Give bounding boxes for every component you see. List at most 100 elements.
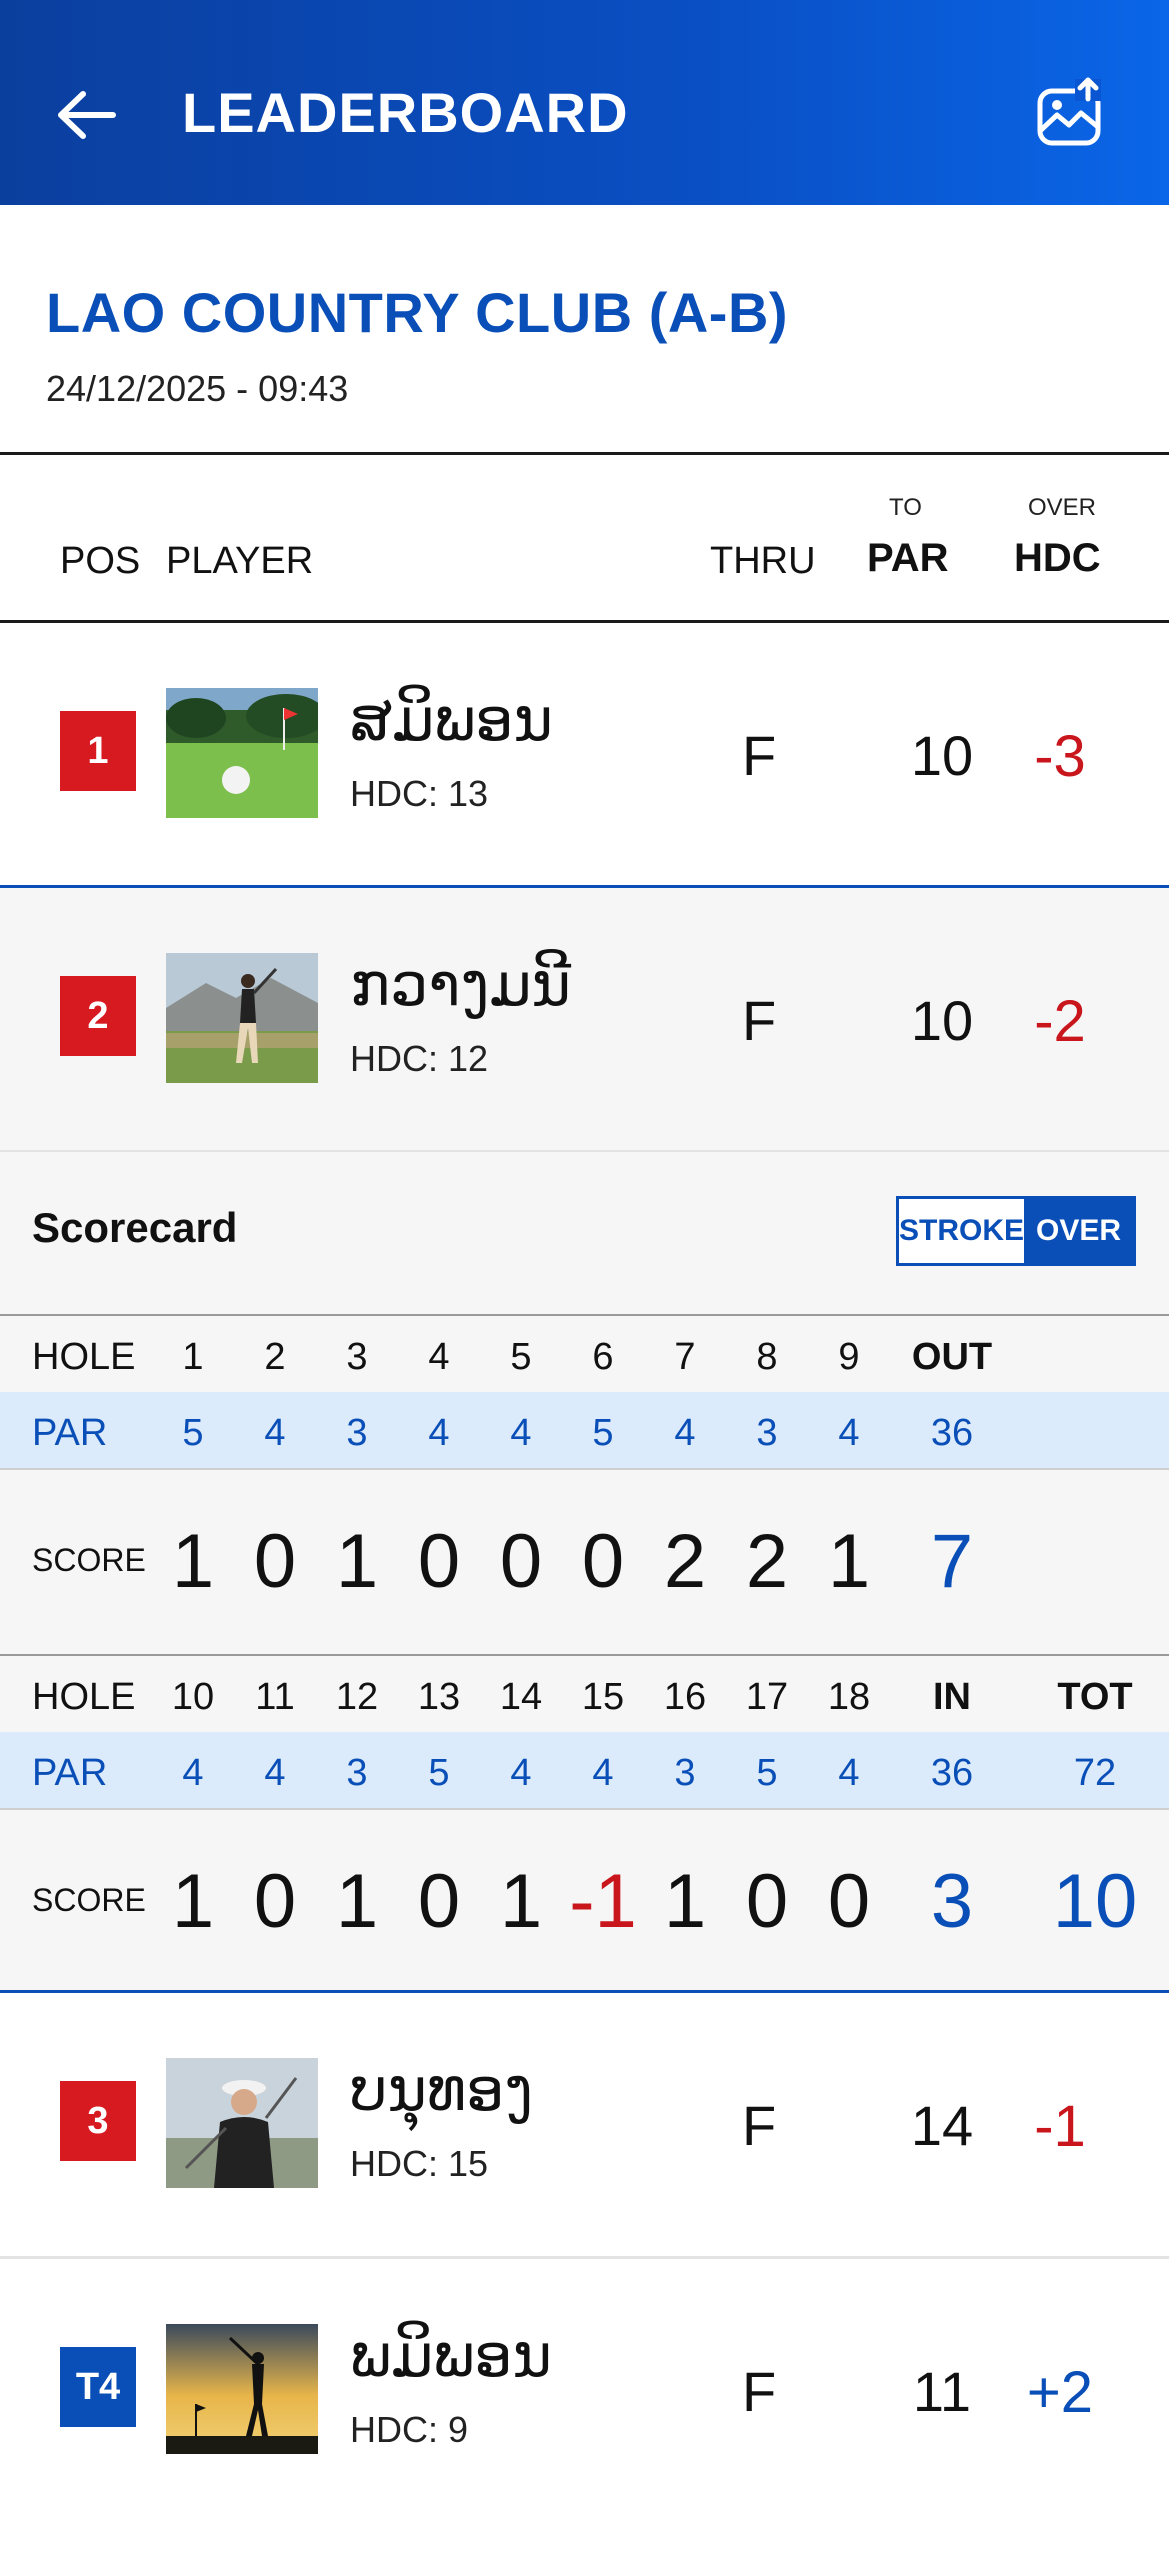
player-handicap: HDC: 9 xyxy=(350,2409,469,2450)
score-value: 0 xyxy=(745,1859,789,1944)
thru-value: F xyxy=(742,2094,777,2157)
score-value: 0 xyxy=(581,1519,625,1604)
col-pos: POS xyxy=(60,540,141,582)
score-label: SCORE xyxy=(32,1542,146,1578)
hole-label: HOLE xyxy=(32,1336,136,1378)
hole-number: 11 xyxy=(255,1676,295,1718)
score-value: 0 xyxy=(253,1859,297,1944)
hole-number: 12 xyxy=(335,1676,379,1718)
leaderboard-row[interactable]: 1 ສມິພອນ HDC: 13 F 10 -3 xyxy=(0,623,1169,885)
par-value: 4 xyxy=(264,1412,286,1454)
thru-value: F xyxy=(742,989,777,1052)
par-value: 4 xyxy=(838,1412,860,1454)
par-value: 5 xyxy=(428,1752,450,1794)
share-image-button[interactable] xyxy=(1030,72,1110,152)
hole-number: 9 xyxy=(838,1336,860,1378)
score-row-back: SCORE 1 0 1 0 1 -1 1 0 0 3 10 xyxy=(0,1810,1169,1996)
score-row-front: SCORE 1 0 1 0 0 0 2 2 1 7 xyxy=(0,1470,1169,1656)
par-value: 4 xyxy=(428,1412,450,1454)
position-badge: T4 xyxy=(60,2347,136,2427)
toggle-over[interactable]: OVER xyxy=(1024,1199,1133,1263)
score-value: 1 xyxy=(335,1859,379,1944)
player-handicap: HDC: 15 xyxy=(350,2143,489,2184)
leaderboard-row[interactable]: 3 ບນຸທອງ HDC: 15 F 14 -1 xyxy=(0,1993,1169,2255)
score-value: 1 xyxy=(171,1859,215,1944)
score-value: 1 xyxy=(827,1519,871,1604)
par-label: PAR xyxy=(32,1412,108,1454)
par-value: 4 xyxy=(592,1752,614,1794)
hole-label: HOLE xyxy=(32,1676,136,1718)
hole-number: 16 xyxy=(663,1676,707,1718)
score-value: 0 xyxy=(417,1859,461,1944)
tot-label: TOT xyxy=(1057,1676,1133,1718)
hole-number: 13 xyxy=(417,1676,461,1718)
col-to-par: PAR xyxy=(867,536,949,580)
score-value: -1 xyxy=(569,1859,637,1944)
leaderboard-header: POS PLAYER THRU TO PAR OVER HDC xyxy=(0,458,1169,620)
player-name: ກວາງມນີ xyxy=(350,951,572,1018)
score-value: 0 xyxy=(499,1519,543,1604)
leaderboard-row-expanded[interactable]: 2 ກວາງມນີ HDC: 12 F 10 -2 xyxy=(0,888,1169,1150)
par-value: 3 xyxy=(674,1752,696,1794)
thru-value: F xyxy=(742,2360,777,2423)
score-mode-toggle: STROKE OVER xyxy=(896,1196,1136,1266)
hole-number: 6 xyxy=(592,1336,614,1378)
par-value: 4 xyxy=(674,1412,696,1454)
over-hdc-value: -2 xyxy=(1034,989,1086,1054)
toggle-stroke[interactable]: STROKE xyxy=(899,1199,1025,1263)
par-in-total: 36 xyxy=(930,1752,974,1794)
thru-value: F xyxy=(742,724,777,787)
col-thru: THRU xyxy=(710,540,816,582)
course-header: LAO COUNTRY CLUB (A-B) 24/12/2025 - 09:4… xyxy=(0,205,1169,455)
hole-number: 7 xyxy=(674,1336,696,1378)
position-badge: 2 xyxy=(60,976,136,1056)
par-grand-total: 72 xyxy=(1073,1752,1117,1794)
position-badge: 3 xyxy=(60,2081,136,2161)
hole-number: 2 xyxy=(264,1336,286,1378)
back-button[interactable] xyxy=(40,70,130,160)
hole-number: 1 xyxy=(182,1336,204,1378)
image-upload-icon xyxy=(1037,77,1101,146)
par-label: PAR xyxy=(32,1752,108,1794)
col-to-label: TO xyxy=(889,494,922,521)
par-value: 3 xyxy=(346,1412,368,1454)
hole-number: 8 xyxy=(756,1336,778,1378)
player-handicap: HDC: 12 xyxy=(350,1038,489,1079)
par-value: 4 xyxy=(264,1752,286,1794)
score-label: SCORE xyxy=(32,1882,146,1918)
course-datetime: 24/12/2025 - 09:43 xyxy=(46,368,349,409)
par-value: 5 xyxy=(182,1412,204,1454)
hole-number: 17 xyxy=(745,1676,789,1718)
score-value: 0 xyxy=(827,1859,871,1944)
divider xyxy=(0,452,1169,455)
player-name: ພມິພອນ xyxy=(350,2322,552,2389)
course-name: LAO COUNTRY CLUB (A-B) xyxy=(46,281,789,344)
score-value: 1 xyxy=(171,1519,215,1604)
over-hdc-value: -1 xyxy=(1034,2094,1086,2159)
player-photo xyxy=(166,2058,318,2188)
par-value: 5 xyxy=(756,1752,778,1794)
par-out-total: 36 xyxy=(930,1412,974,1454)
par-row-front: PAR 5 4 3 4 4 5 4 3 4 36 xyxy=(0,1392,1169,1468)
player-photo xyxy=(166,688,318,818)
hole-number: 5 xyxy=(510,1336,532,1378)
par-value: 4 xyxy=(510,1412,532,1454)
over-hdc-value: -3 xyxy=(1034,724,1086,789)
score-value: 2 xyxy=(745,1519,789,1604)
arrow-left-icon xyxy=(58,91,116,139)
app-bar: LEADERBOARD xyxy=(0,0,1169,205)
par-value: 4 xyxy=(510,1752,532,1794)
par-value: 3 xyxy=(756,1412,778,1454)
score-value: 1 xyxy=(499,1859,543,1944)
leaderboard-row[interactable]: T4 ພມິພອນ HDC: 9 F 11 +2 xyxy=(0,2259,1169,2552)
score-value: 2 xyxy=(663,1519,707,1604)
player-name: ບນຸທອງ xyxy=(350,2056,534,2123)
player-photo xyxy=(166,953,318,1083)
hole-row-back: HOLE 10 11 12 13 14 15 16 17 18 IN TOT xyxy=(0,1656,1169,1732)
hole-number: 15 xyxy=(581,1676,625,1718)
score-value: 0 xyxy=(253,1519,297,1604)
score-value: 1 xyxy=(663,1859,707,1944)
over-hdc-value: +2 xyxy=(1026,2360,1094,2425)
par-row-back: PAR 4 4 3 5 4 4 3 5 4 36 72 xyxy=(0,1732,1169,1808)
score-value: 1 xyxy=(335,1519,379,1604)
